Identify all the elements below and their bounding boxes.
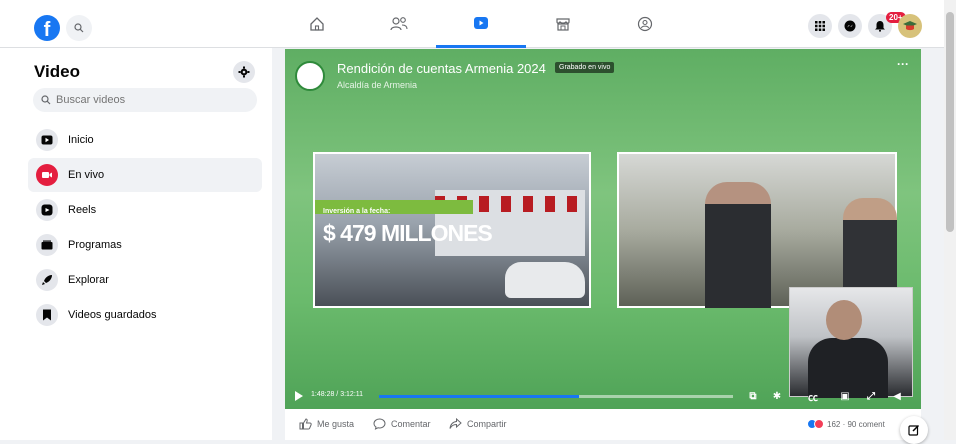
video-frame-left-panel: Inversión a la fecha: $ 479 MILLONES [313, 152, 591, 308]
video-action-bar: Me gusta Comentar Compartir 162 · 90 com… [285, 409, 921, 440]
profile-avatar[interactable] [898, 14, 922, 38]
interpreter-face [826, 300, 862, 340]
rocket-icon [36, 269, 58, 291]
comment-icon [373, 418, 386, 430]
video-controls: 1:48:28 / 3:12:11 ⧉ ✱ ㏄ ▣ ⤢ ◀ [285, 383, 921, 409]
messenger-button[interactable] [838, 14, 862, 38]
sidebar-item-videos-guardados[interactable]: Videos guardados [28, 298, 262, 332]
video-frame-right-panel [617, 152, 897, 308]
like-label: Me gusta [317, 419, 355, 429]
share-icon [449, 418, 462, 429]
scrollbar-thumb[interactable] [946, 12, 954, 232]
investment-strip: Inversión a la fecha: [315, 200, 473, 215]
sidebar-item-reels[interactable]: Reels [28, 193, 262, 227]
video-search-box[interactable] [33, 88, 257, 112]
thumbs-up-icon [299, 418, 312, 430]
sidebar-item-label: Inicio [68, 134, 94, 146]
comment-label: Comentar [391, 419, 431, 429]
live-icon [36, 164, 58, 186]
shows-icon [36, 234, 58, 256]
play-icon [36, 129, 58, 151]
sidebar-item-programas[interactable]: Programas [28, 228, 262, 262]
bookmark-icon [36, 304, 58, 326]
settings-button[interactable] [233, 61, 255, 83]
video-sidebar: Video Inicio En vivo Reels Programas Exp [0, 48, 272, 440]
comment-button[interactable]: Comentar [373, 418, 431, 430]
sidebar-item-explorar[interactable]: Explorar [28, 263, 262, 297]
car-graphic [505, 262, 585, 298]
speaker-figure [705, 182, 771, 308]
tab-groups[interactable] [600, 0, 690, 48]
sidebar-item-label: Videos guardados [68, 309, 157, 321]
sidebar-title: Video [34, 62, 80, 81]
share-label: Compartir [467, 419, 507, 429]
sidebar-item-label: Programas [68, 239, 122, 251]
tab-marketplace[interactable] [518, 0, 608, 48]
friends-icon [390, 17, 408, 31]
reels-icon [36, 199, 58, 221]
volume-icon[interactable]: ◀ [889, 388, 905, 404]
investment-label: Inversión a la fecha: [323, 208, 391, 215]
love-reaction-icon [814, 419, 824, 429]
facebook-logo[interactable]: f [34, 15, 60, 41]
progress-fill [379, 395, 579, 398]
reactions-summary[interactable]: 162 · 90 coment [807, 419, 885, 429]
tab-home[interactable] [272, 0, 362, 48]
picture-in-picture-icon[interactable]: ▣ [837, 388, 853, 404]
fullscreen-icon[interactable]: ⤢ [863, 388, 879, 404]
groups-icon [637, 16, 653, 32]
search-icon [74, 23, 84, 33]
video-title[interactable]: Rendición de cuentas Armenia 2024 [337, 61, 546, 76]
compose-icon [908, 424, 920, 436]
sidebar-item-label: Reels [68, 204, 97, 216]
channel-avatar[interactable] [295, 61, 325, 91]
sidebar-item-label: En vivo [68, 169, 105, 181]
menu-button[interactable] [808, 14, 832, 38]
sidebar-item-inicio[interactable]: Inicio [28, 123, 262, 157]
video-player[interactable]: Rendición de cuentas Armenia 2024 Grabad… [285, 49, 921, 409]
tab-friends[interactable] [354, 0, 444, 48]
grid-menu-icon [815, 21, 825, 31]
graduation-cap-icon [903, 21, 917, 31]
investment-amount: $ 479 MILLONES [323, 220, 493, 246]
live-recorded-badge: Grabado en vivo [555, 62, 615, 73]
sidebar-item-label: Explorar [68, 274, 109, 286]
marketplace-icon [556, 18, 570, 31]
search-icon [41, 95, 51, 105]
bell-icon [875, 21, 885, 32]
time-display: 1:48:28 / 3:12:11 [311, 391, 364, 398]
like-button[interactable]: Me gusta [299, 418, 354, 430]
more-options-icon[interactable]: ··· [897, 57, 909, 71]
captions-icon[interactable]: ㏄ [805, 388, 821, 404]
search-button[interactable] [66, 15, 92, 41]
gear-icon [238, 66, 250, 78]
clip-icon[interactable]: ⧉ [745, 388, 761, 404]
sidebar-item-en-vivo[interactable]: En vivo [28, 158, 262, 192]
video-search-input[interactable] [56, 94, 236, 106]
play-button[interactable] [295, 391, 303, 401]
tab-video[interactable] [436, 0, 526, 48]
share-button[interactable]: Compartir [449, 418, 507, 430]
video-icon [474, 16, 488, 29]
gear-icon[interactable]: ✱ [769, 388, 785, 404]
messenger-icon [844, 20, 856, 32]
progress-bar[interactable] [379, 395, 733, 398]
channel-name[interactable]: Alcaldía de Armenia [337, 80, 417, 90]
home-icon [310, 17, 324, 31]
sign-language-interpreter-window [789, 287, 913, 398]
page-scrollbar[interactable] [944, 0, 956, 440]
reactions-count: 162 · 90 coment [827, 419, 885, 429]
top-navigation-bar: f 20+ [0, 0, 944, 48]
